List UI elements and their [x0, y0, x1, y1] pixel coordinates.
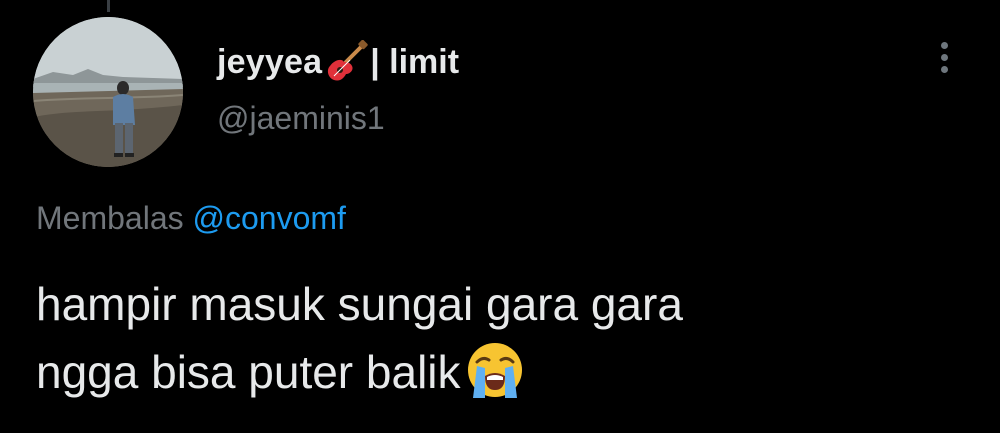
reply-context: Membalas @convomf: [36, 200, 346, 237]
display-name[interactable]: jeyyea: [217, 43, 322, 82]
more-vertical-icon[interactable]: [934, 42, 954, 82]
tweet-text-line-2: ngga bisa puter balik: [36, 346, 461, 398]
tweet-text-line-1: hampir masuk sungai gara gara: [36, 278, 683, 330]
tweet-header: jeyyea | limit @jaeminis1: [217, 39, 459, 137]
tweet-text: hampir masuk sungai gara gara ngga bisa …: [36, 270, 936, 406]
tweet-card: jeyyea | limit @jaeminis1 Membalas @conv…: [0, 0, 1000, 433]
reply-prefix: Membalas: [36, 200, 184, 236]
avatar[interactable]: [33, 17, 183, 167]
thread-connector-line: [107, 0, 110, 12]
reply-mention-link[interactable]: @convomf: [193, 200, 346, 236]
avatar-photo: [33, 17, 183, 167]
display-name-row[interactable]: jeyyea | limit: [217, 39, 459, 84]
display-name-suffix[interactable]: | limit: [370, 43, 459, 82]
tweet-text-line-2-wrap: ngga bisa puter balik: [36, 338, 936, 406]
loudly-crying-face-icon: [463, 338, 527, 402]
user-handle[interactable]: @jaeminis1: [217, 100, 459, 137]
guitar-icon: [324, 39, 368, 84]
